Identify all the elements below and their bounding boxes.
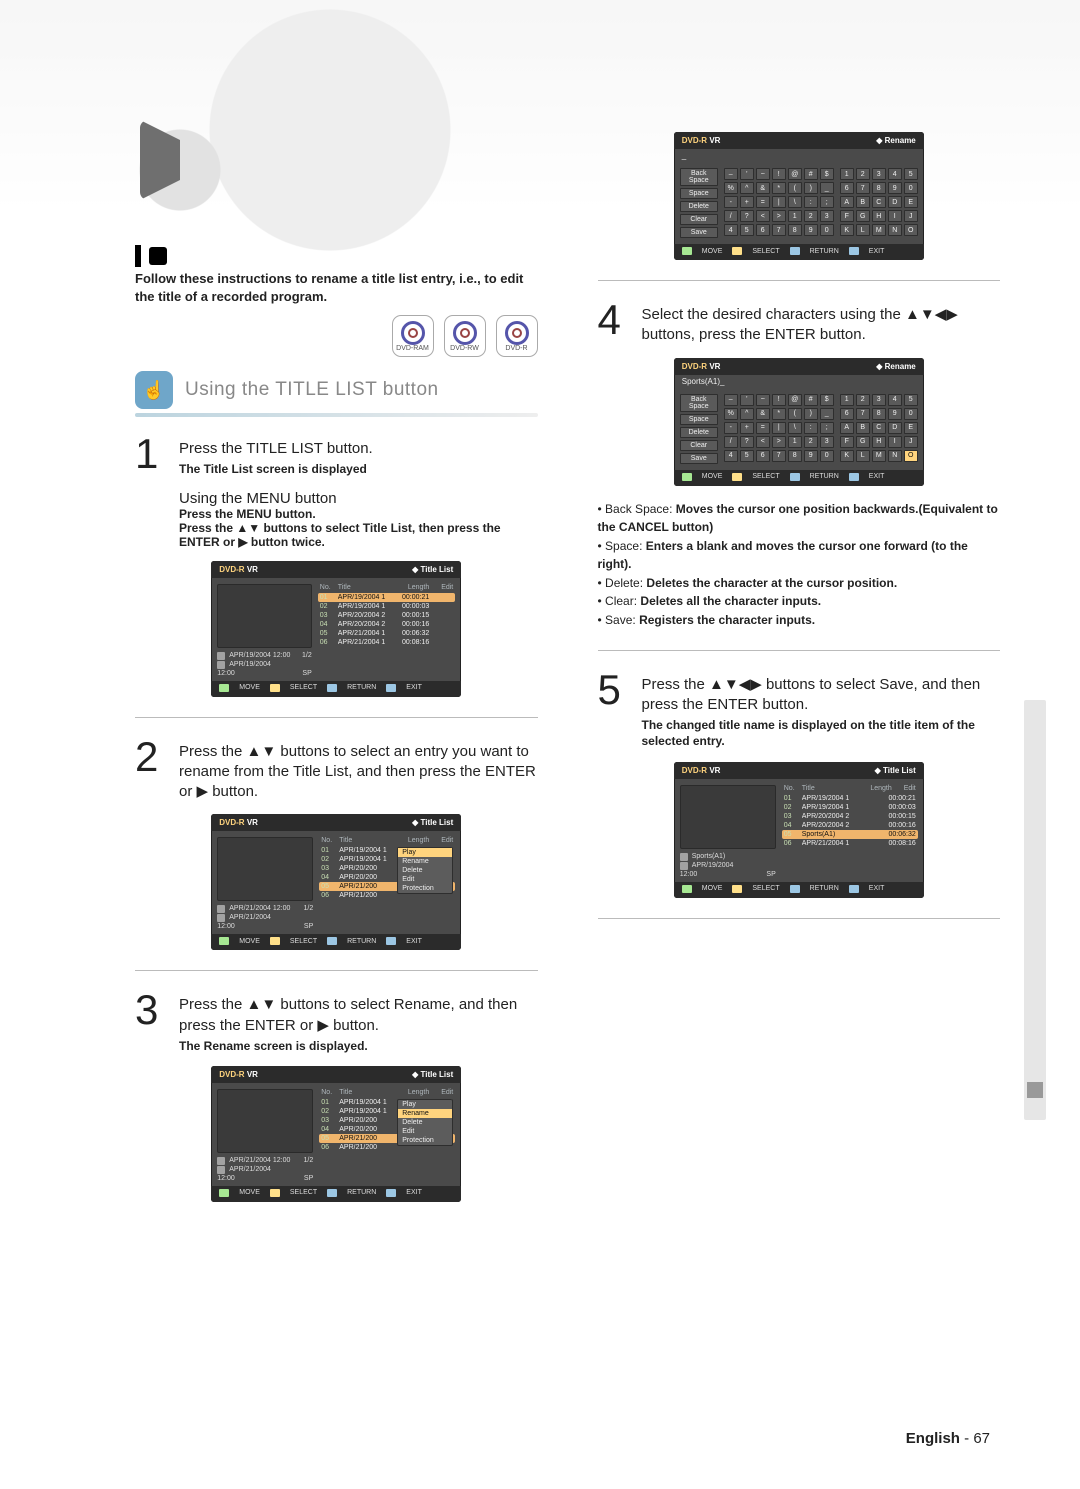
step-3-bold: The Rename screen is displayed. [179,1038,538,1054]
screenshot-rename-typed: DVD-R VR ◆ Rename Sports(A1)_ Back Space… [674,358,924,486]
divider [598,918,1001,919]
screenshot-title-list: DVD-R VR ◆ Title List APR/19/2004 12:001… [211,561,461,697]
section-title: Using the TITLE LIST button [185,379,439,401]
step-1-bold: The Title List screen is displayed [179,461,538,477]
symbol-grid-2: –'~!@#$%^&*()_-+=|\:;/?<>1234567890 [724,394,834,464]
ornament-bar [135,245,141,267]
hand-pointer-icon: ☝ [135,371,173,409]
step-1b-text: Using the MENU button [179,490,337,507]
screenshot-popup-rename-selected: DVD-R VR ◆ Title List APR/21/2004 12:001… [211,1066,461,1202]
divider [135,717,538,718]
play-triangle-icon [140,120,220,200]
step-number: 2 [135,738,169,803]
divider [598,650,1001,651]
step-1b-bold2: Press the ▲▼ buttons to select Title Lis… [179,521,538,549]
divider [598,280,1001,281]
key-function-definitions: • Back Space: Moves the cursor one posit… [598,500,1001,630]
step-5: 5 Press the ▲▼◀▶ buttons to select Save,… [598,671,1001,750]
step-number: 5 [598,671,632,750]
number-grid-2: 1234567890ABCDEFGHIJKLMNO [840,394,918,464]
number-grid: 1234567890ABCDEFGHIJKLMNO [840,168,918,238]
step-3-text: Press the ▲▼ buttons to select Rename, a… [179,996,517,1033]
divider [135,970,538,971]
section-rule [135,413,538,417]
screenshot-title-list-renamed: DVD-R VR ◆ Title List Sports(A1) APR/19/… [674,762,924,898]
disc-compat-badges: DVD-RAM DVD-RW DVD-R [135,315,538,357]
step-2-text: Press the ▲▼ buttons to select an entry … [179,743,536,801]
footer-page: 67 [973,1430,990,1447]
screenshot-title-list-popup: DVD-R VR ◆ Title List APR/21/2004 12:001… [211,814,461,950]
thumb-index-square-icon [1027,1082,1043,1098]
symbol-grid: –'~!@#$%^&*()_-+=|\:;/?<>1234567890 [724,168,834,238]
step-2: 2 Press the ▲▼ buttons to select an entr… [135,738,538,803]
thumb-index-tab [1024,700,1046,1120]
step-1-menu-alt: Using the MENU button Press the MENU but… [179,490,538,549]
section-ornament [135,245,167,267]
disc-badge-dvd-rw: DVD-RW [444,315,486,357]
step-number: 1 [135,435,169,477]
intro-text: Follow these instructions to rename a ti… [135,270,538,305]
screenshot-rename-blank: DVD-R VR ◆ Rename _ Back Space Space Del… [674,132,924,260]
disc-badge-dvd-r: DVD-R [496,315,538,357]
section-heading: ☝ Using the TITLE LIST button [135,371,538,409]
ornament-square [149,247,167,265]
context-popup: Play Rename Delete Edit Protection [397,1099,453,1146]
step-3: 3 Press the ▲▼ buttons to select Rename,… [135,991,538,1054]
step-number: 3 [135,991,169,1054]
left-column: Follow these instructions to rename a ti… [135,270,538,1206]
step-1: 1 Press the TITLE LIST button. The Title… [135,435,538,477]
step-1-text: Press the TITLE LIST button. [179,440,373,457]
step-5-text: Press the ▲▼◀▶ buttons to select Save, a… [642,676,981,713]
context-popup: Play Rename Delete Edit Protection [397,847,453,894]
disc-badge-dvd-ram: DVD-RAM [392,315,434,357]
footer-lang: English [906,1430,960,1447]
step-4-text: Select the desired characters using the … [642,306,958,343]
rename-input-line: Sports(A1)_ [674,375,924,388]
rename-input-line: _ [674,149,924,162]
step-number: 4 [598,301,632,346]
step-5-bold: The changed title name is displayed on t… [642,717,1001,749]
step-1b-bold1: Press the MENU button. [179,507,538,521]
step-4: 4 Select the desired characters using th… [598,301,1001,346]
right-column: DVD-R VR ◆ Rename _ Back Space Space Del… [598,120,1001,1206]
page-footer: English - 67 [906,1430,990,1447]
